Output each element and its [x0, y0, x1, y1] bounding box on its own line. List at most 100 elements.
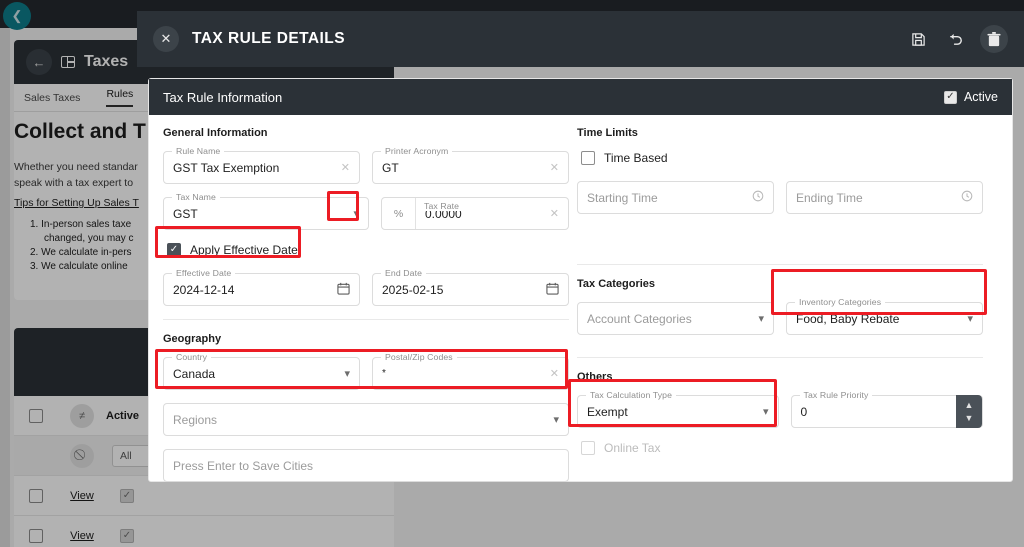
starting-time-placeholder: Starting Time [587, 190, 658, 205]
row-apply-effective-date: ✓ Apply Effective Date [167, 243, 569, 257]
row-cities: Press Enter to Save Cities [163, 449, 569, 482]
tax-rate-field[interactable]: % Tax Rate 0.0000 ✕ [381, 197, 569, 230]
card-header: Tax Rule Information ✓ Active [149, 79, 1012, 115]
ending-time-field[interactable]: Ending Time [786, 181, 983, 214]
ending-time-placeholder: Ending Time [796, 190, 863, 205]
rule-name-field[interactable]: Rule Name GST Tax Exemption ✕ [163, 146, 360, 184]
row-time-based: Time Based [581, 151, 983, 165]
online-tax-label: Online Tax [604, 441, 661, 455]
modal-header: ✕ TAX RULE DETAILS [137, 11, 1024, 67]
tax-rule-priority-value: 0 [800, 404, 808, 419]
tax-calculation-type-value: Exempt [587, 404, 628, 419]
account-categories-placeholder: Account Categories [587, 311, 692, 326]
country-field[interactable]: Country Canada ▾ [163, 352, 360, 390]
tax-rule-priority-stepper[interactable]: ▲ ▼ [956, 395, 982, 428]
clock-icon[interactable] [752, 190, 764, 205]
modal-header-actions [904, 25, 1008, 53]
printer-acronym-label: Printer Acronym [381, 146, 453, 156]
chevron-down-icon[interactable]: ▼ [965, 413, 974, 423]
undo-icon[interactable] [942, 25, 970, 53]
screen: ← Taxes Sales Taxes Rules Collect and T … [0, 0, 1024, 547]
country-label: Country [172, 352, 212, 362]
starting-time-field[interactable]: Starting Time [577, 181, 774, 214]
chevron-down-icon[interactable]: ▾ [967, 312, 973, 325]
section-title-others: Others [577, 371, 613, 383]
calendar-icon[interactable] [337, 282, 350, 298]
delete-icon[interactable] [980, 25, 1008, 53]
inventory-categories-value: Food, Baby Rebate [796, 311, 900, 326]
printer-acronym-field[interactable]: Printer Acronym GT ✕ [372, 146, 569, 184]
section-title-tax-categories: Tax Categories [577, 278, 656, 290]
chevron-down-icon[interactable]: ▾ [344, 367, 350, 380]
checkbox-unchecked-icon[interactable] [581, 151, 595, 165]
effective-date-value: 2024-12-14 [173, 282, 235, 297]
chevron-down-icon[interactable]: ▾ [553, 413, 559, 426]
row-times: Starting Time Ending Time [577, 181, 983, 214]
row-country: Country Canada ▾ Postal/Zip Codes * ✕ [163, 352, 569, 390]
calendar-icon[interactable] [546, 282, 559, 298]
clear-icon[interactable]: ✕ [550, 207, 559, 220]
printer-acronym-value: GT [382, 160, 399, 175]
clear-icon[interactable]: ✕ [341, 161, 350, 174]
end-date-field[interactable]: End Date 2025-02-15 [372, 268, 569, 306]
checkbox-checked-icon[interactable]: ✓ [167, 243, 181, 257]
rule-name-value: GST Tax Exemption [173, 160, 280, 175]
row-rule-name: Rule Name GST Tax Exemption ✕ Printer Ac… [163, 146, 569, 184]
postal-zip-codes-field[interactable]: Postal/Zip Codes * ✕ [372, 352, 569, 390]
tax-rule-details-modal: ✕ TAX RULE DETAILS Tax Rule Information … [137, 11, 1024, 482]
section-title-time-limits: Time Limits [577, 127, 638, 139]
save-icon[interactable] [904, 25, 932, 53]
inventory-categories-field[interactable]: Inventory Categories Food, Baby Rebate ▾ [786, 297, 983, 335]
postal-zip-codes-value: * [382, 368, 386, 379]
close-icon[interactable]: ✕ [153, 26, 179, 52]
section-title-general-information: General Information [163, 127, 268, 139]
divider [577, 357, 983, 358]
checkbox-disabled-icon [581, 441, 595, 455]
time-based-label: Time Based [604, 151, 668, 165]
inventory-categories-label: Inventory Categories [795, 297, 886, 307]
chevron-down-icon[interactable]: ▾ [758, 312, 764, 325]
cities-field[interactable]: Press Enter to Save Cities [163, 449, 569, 482]
time-based-checkbox[interactable]: Time Based [581, 151, 668, 165]
row-others: Tax Calculation Type Exempt ▾ Tax Rule P… [577, 390, 983, 428]
apply-effective-date-checkbox[interactable]: ✓ Apply Effective Date [167, 243, 298, 257]
tax-calculation-type-label: Tax Calculation Type [586, 390, 677, 400]
active-toggle[interactable]: ✓ Active [943, 90, 998, 104]
clear-icon[interactable]: ✕ [550, 367, 559, 380]
percent-prefix: % [382, 198, 416, 229]
modal-title: TAX RULE DETAILS [192, 30, 346, 47]
online-tax-checkbox: Online Tax [581, 441, 660, 455]
postal-zip-codes-label: Postal/Zip Codes [381, 352, 457, 362]
chevron-down-icon[interactable]: ▾ [353, 207, 359, 220]
tax-name-field[interactable]: Tax Name GST ▾ [163, 192, 369, 230]
right-column: Time Limits Time Based Starting Time End… [577, 127, 983, 495]
cities-placeholder: Press Enter to Save Cities [173, 458, 314, 473]
card-body: General Information Rule Name GST Tax Ex… [149, 115, 1012, 495]
tax-name-label: Tax Name [172, 192, 220, 202]
account-categories-field[interactable]: Account Categories ▾ [577, 302, 774, 335]
tax-rate-body[interactable]: Tax Rate 0.0000 ✕ [416, 200, 568, 221]
tax-name-value: GST [173, 206, 198, 221]
active-checkbox[interactable]: ✓ [943, 90, 957, 104]
regions-placeholder: Regions [173, 412, 218, 427]
country-value: Canada [173, 366, 216, 381]
divider [163, 319, 569, 320]
tax-calculation-type-field[interactable]: Tax Calculation Type Exempt ▾ [577, 390, 779, 428]
section-title-geography: Geography [163, 333, 222, 345]
effective-date-field[interactable]: Effective Date 2024-12-14 [163, 268, 360, 306]
row-tax-categories: Account Categories ▾ Inventory Categorie… [577, 297, 983, 335]
tax-rule-priority-field[interactable]: Tax Rule Priority 0 ▲ ▼ [790, 390, 983, 428]
chevron-up-icon[interactable]: ▲ [965, 400, 974, 410]
left-column: General Information Rule Name GST Tax Ex… [163, 127, 569, 495]
regions-field[interactable]: Regions ▾ [163, 403, 569, 436]
clock-icon[interactable] [961, 190, 973, 205]
row-regions: Regions ▾ [163, 403, 569, 436]
row-online-tax: Online Tax [581, 441, 983, 455]
active-label: Active [963, 90, 998, 104]
end-date-value: 2025-02-15 [382, 282, 444, 297]
chevron-down-icon[interactable]: ▾ [763, 405, 769, 418]
clear-icon[interactable]: ✕ [550, 161, 559, 174]
tax-rule-priority-label: Tax Rule Priority [799, 390, 873, 400]
apply-effective-date-label: Apply Effective Date [190, 243, 298, 257]
effective-date-label: Effective Date [172, 268, 236, 278]
